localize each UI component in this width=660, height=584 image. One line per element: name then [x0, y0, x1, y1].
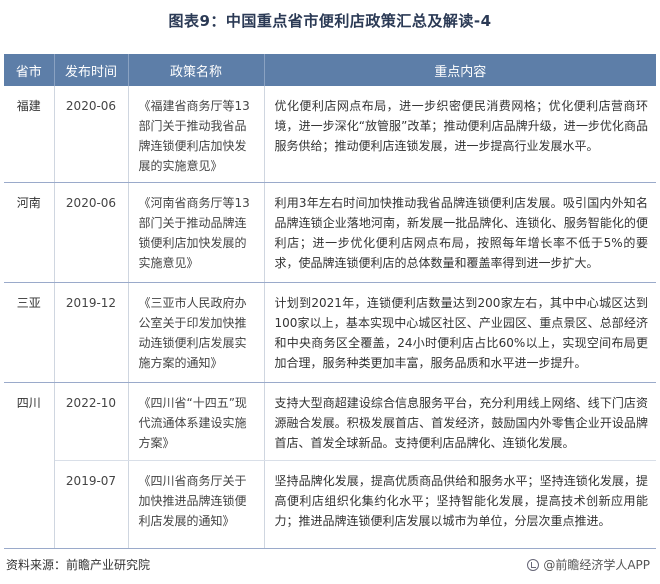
- policy-table: 省市 发布时间 政策名称 重点内容 福建 2020-06 《福建省商务厅等13部…: [4, 54, 656, 549]
- province-cell: 河南: [4, 182, 55, 283]
- date-cell: 2019-07: [54, 460, 129, 549]
- content-cell: 支持大型商超建设综合信息服务平台，充分利用线上网络、线下门店资源融合发展。积极发…: [264, 382, 656, 461]
- content-cell: 坚持品牌化发展，提高优质商品供给和服务水平；坚持连锁化发展，提高便利店组织化集约…: [264, 460, 656, 549]
- header-policy: 政策名称: [128, 54, 265, 86]
- policy-cell: 《河南省商务厅等13部门关于推动品牌连锁便利店加快发展的实施意见》: [128, 182, 265, 283]
- province-cell: 四川: [4, 382, 55, 549]
- brand-credit: @前瞻经济学人APP: [527, 556, 650, 573]
- table-row: 三亚 2019-12 《三亚市人民政府办公室关于印发加快推动连锁便利店发展实施方…: [4, 282, 656, 383]
- date-cell: 2020-06: [54, 86, 129, 183]
- policy-cell: 《四川省商务厅关于加快推进品牌连锁便利店发展的通知》: [128, 460, 265, 549]
- date-cell: 2020-06: [54, 182, 129, 283]
- brand-credit-text: @前瞻经济学人APP: [543, 558, 650, 572]
- province-cell: 福建: [4, 86, 55, 183]
- table-row: 2019-07 《四川省商务厅关于加快推进品牌连锁便利店发展的通知》 坚持品牌化…: [4, 460, 656, 549]
- header-content: 重点内容: [264, 54, 656, 86]
- date-cell: 2019-12: [54, 282, 129, 383]
- table-row: 河南 2020-06 《河南省商务厅等13部门关于推动品牌连锁便利店加快发展的实…: [4, 182, 656, 283]
- policy-cell: 《四川省“十四五”现代流通体系建设实施方案》: [128, 382, 265, 461]
- table-header-row: 省市 发布时间 政策名称 重点内容: [4, 54, 656, 86]
- policy-cell: 《三亚市人民政府办公室关于印发加快推动连锁便利店发展实施方案的通知》: [128, 282, 265, 383]
- source-note: 资料来源：前瞻产业研究院: [6, 558, 151, 572]
- content-cell: 优化便利店网点布局，进一步织密便民消费网格；优化便利店营商环境，进一步深化“放管…: [264, 86, 656, 183]
- table-row: 福建 2020-06 《福建省商务厅等13部门关于推动我省品牌连锁便利店加快发展…: [4, 86, 656, 183]
- chart-title: 图表9：中国重点省市便利店政策汇总及解读-4: [168, 12, 492, 30]
- table-row: 四川 2022-10 《四川省“十四五”现代流通体系建设实施方案》 支持大型商超…: [4, 382, 656, 549]
- qianzhan-logo-icon: [527, 558, 540, 571]
- content-cell: 计划到2021年，连锁便利店数量达到200家左右，其中中心城区达到100家以上，…: [264, 282, 656, 383]
- header-date: 发布时间: [54, 54, 129, 86]
- province-cell: 三亚: [4, 282, 55, 383]
- content-cell: 利用3年左右时间加快推动我省品牌连锁便利店发展。吸引国内外知名品牌连锁企业落地河…: [264, 182, 656, 283]
- policy-cell: 《福建省商务厅等13部门关于推动我省品牌连锁便利店加快发展的实施意见》: [128, 86, 265, 183]
- date-cell: 2022-10: [54, 382, 129, 461]
- header-province: 省市: [4, 54, 55, 86]
